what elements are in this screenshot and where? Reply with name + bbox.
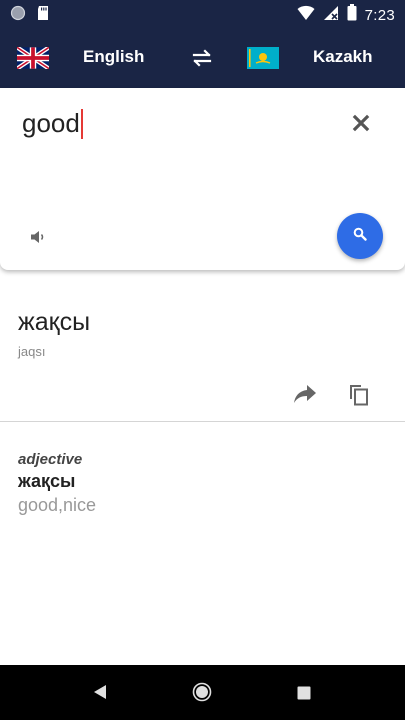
dictionary-meanings: good,nice (18, 495, 97, 515)
status-bar: 7:23 (0, 0, 405, 30)
uk-flag-icon (15, 45, 51, 74)
swap-languages-button[interactable] (191, 49, 213, 72)
wifi-icon (297, 5, 315, 26)
back-button[interactable] (93, 684, 107, 705)
close-icon (352, 114, 370, 136)
copy-button[interactable] (349, 384, 369, 411)
source-text-value: good (22, 108, 80, 138)
target-language-label: Kazakh (313, 47, 373, 66)
home-button[interactable] (192, 682, 212, 707)
divider (0, 421, 405, 422)
search-icon (353, 227, 367, 246)
source-text-input[interactable]: good (22, 108, 83, 139)
dictionary-word: жақсы (18, 471, 76, 491)
swap-arrows-icon (191, 49, 213, 71)
language-toolbar: English Kazakh (0, 30, 405, 88)
input-card: good (0, 88, 405, 270)
status-time: 7:23 (364, 6, 395, 24)
copy-icon (349, 385, 369, 410)
clear-button[interactable] (352, 114, 370, 137)
speak-source-button[interactable] (30, 229, 46, 250)
transliteration: jaqsı (18, 344, 46, 359)
translate-button[interactable] (337, 213, 383, 259)
navigation-bar (0, 665, 405, 720)
recent-apps-button[interactable] (297, 686, 311, 705)
part-of-speech: adjective (18, 451, 83, 468)
share-button[interactable] (293, 384, 317, 409)
text-caret (80, 108, 83, 139)
home-circle-icon (192, 682, 212, 706)
source-language-label: English (83, 47, 145, 66)
back-triangle-icon (93, 685, 107, 704)
notification-circle-icon (10, 5, 26, 26)
recent-square-icon (297, 686, 311, 704)
target-language-selector[interactable]: Kazakh (247, 47, 373, 69)
cellular-off-icon (323, 5, 339, 26)
kazakhstan-flag-icon (247, 47, 279, 74)
source-language-selector[interactable]: English (15, 45, 145, 71)
translation-result: жақсы (18, 308, 91, 336)
share-arrow-icon (293, 385, 317, 408)
speaker-icon (30, 231, 46, 249)
sd-card-icon (36, 5, 50, 26)
battery-icon (347, 4, 357, 26)
